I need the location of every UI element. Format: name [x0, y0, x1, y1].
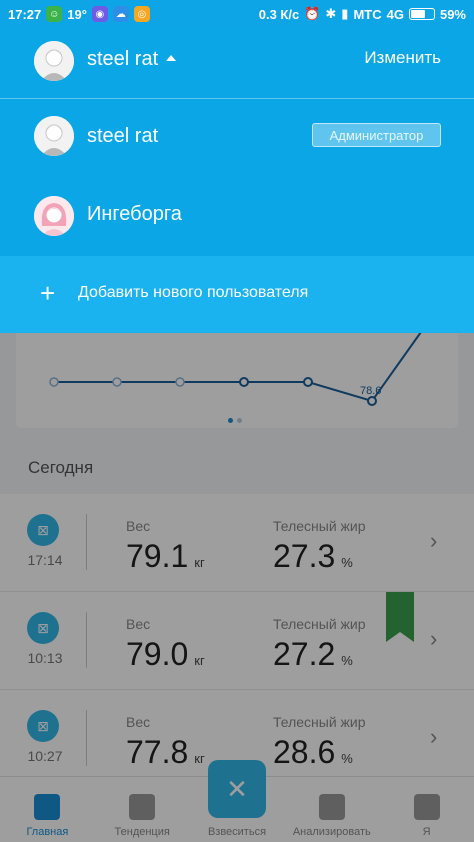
user-name: Ингеборга: [87, 203, 182, 225]
male-avatar-icon[interactable]: [34, 41, 74, 81]
network-speed: 0.3 К/с: [258, 6, 300, 22]
female-avatar-icon: [34, 196, 74, 236]
app-notification-icon: ☺: [46, 6, 63, 22]
current-user-selector[interactable]: steel rat: [87, 48, 177, 71]
male-avatar-icon: [34, 116, 74, 156]
panel-header: steel rat Изменить: [0, 28, 474, 98]
status-temperature: 19°: [67, 6, 87, 22]
add-user-button[interactable]: + Добавить нового пользователя: [0, 256, 474, 333]
current-user-name: steel rat: [87, 48, 159, 70]
edit-button[interactable]: Изменить: [364, 48, 441, 68]
status-time: 17:27: [8, 6, 42, 22]
caret-up-icon: [166, 54, 177, 61]
signal-icon: ▮: [341, 6, 349, 21]
admin-badge: Администратор: [312, 123, 441, 147]
alarm-icon: ⏰: [304, 6, 321, 21]
battery-icon: [408, 8, 435, 20]
messenger-notification-icon: ◉: [91, 6, 108, 22]
add-user-label: Добавить нового пользователя: [78, 284, 309, 301]
user-row-ingeborga[interactable]: Ингеборга: [0, 176, 474, 254]
battery-percent: 59%: [439, 6, 466, 22]
plus-icon: +: [40, 278, 56, 308]
network-type: 4G: [386, 6, 404, 22]
store-notification-icon: ◎: [133, 6, 150, 22]
user-name: steel rat: [87, 125, 159, 147]
carrier-name: МТС: [353, 6, 382, 22]
user-switcher-panel: steel rat Изменить steel rat Администрат…: [0, 28, 474, 333]
status-bar: 17:27 ☺ 19° ◉ ☁ ◎ 0.3 К/с ⏰ ✱ ▮ МТС 4G 5…: [0, 0, 474, 28]
cloud-notification-icon: ☁: [112, 6, 129, 22]
bluetooth-icon: ✱: [325, 6, 337, 21]
